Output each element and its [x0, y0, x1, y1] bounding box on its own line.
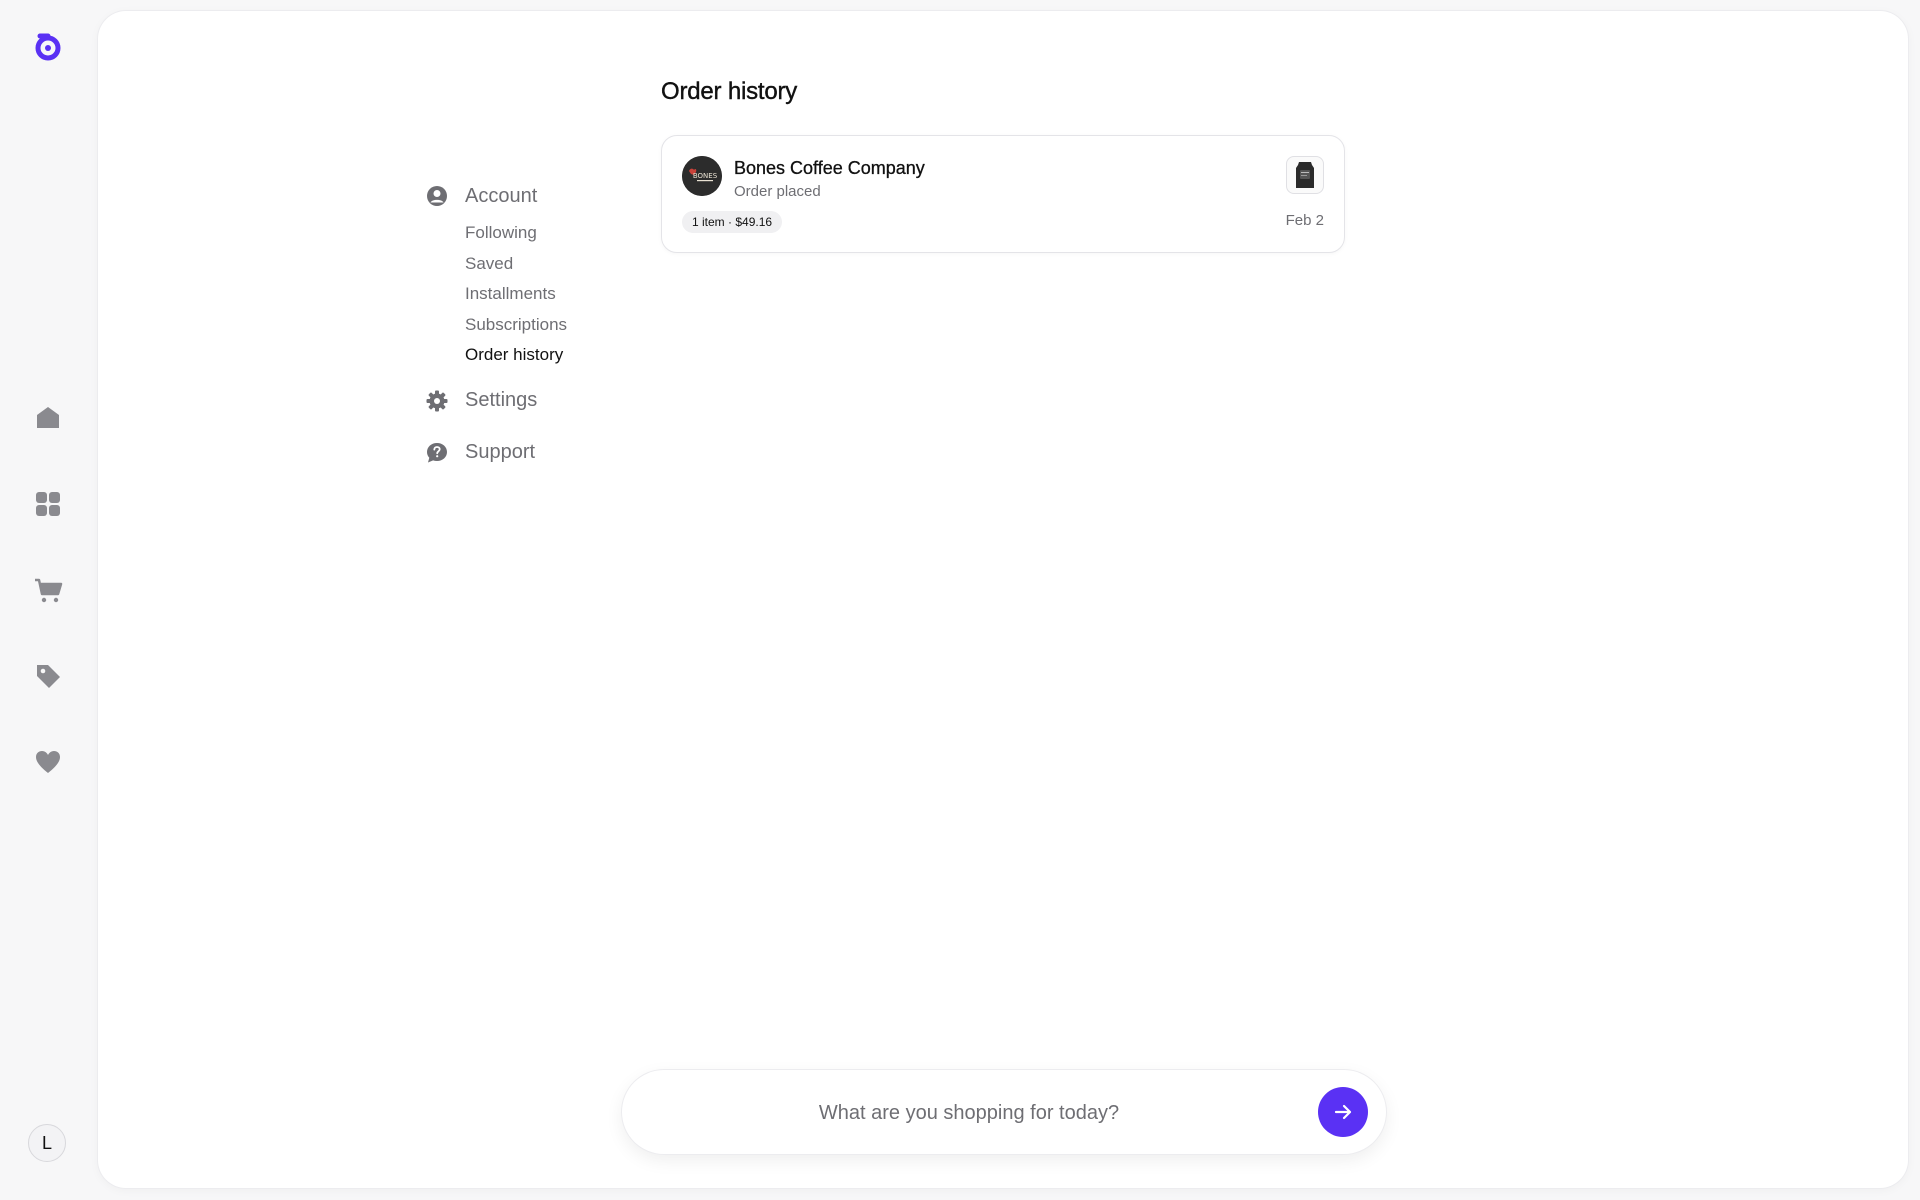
gear-icon — [425, 389, 449, 413]
home-icon[interactable] — [32, 401, 64, 433]
search-bar — [622, 1070, 1386, 1154]
nav-item-installments[interactable]: Installments — [465, 279, 645, 310]
left-rail: L — [0, 0, 96, 1200]
merchant-logo: BONES — [682, 156, 722, 196]
question-bubble-icon — [425, 441, 449, 465]
nav-item-subscriptions[interactable]: Subscriptions — [465, 310, 645, 341]
order-date: Feb 2 — [1285, 212, 1324, 229]
user-circle-icon — [425, 184, 449, 208]
user-avatar[interactable]: L — [28, 1124, 66, 1162]
svg-text:BONES: BONES — [693, 172, 718, 180]
nav-item-following[interactable]: Following — [465, 218, 645, 249]
product-thumbnail — [1286, 156, 1324, 194]
heart-icon[interactable] — [32, 746, 64, 778]
search-input[interactable] — [662, 1090, 1276, 1136]
submit-search-button[interactable] — [1318, 1087, 1368, 1137]
order-summary-badge: 1 item · $49.16 — [682, 211, 783, 233]
nav-settings-label: Settings — [465, 389, 538, 411]
tag-icon[interactable] — [32, 660, 64, 692]
nav-account-label: Account — [465, 184, 538, 207]
arrow-right-icon — [1334, 1104, 1352, 1120]
account-subitems: Following Saved Installments Subscriptio… — [465, 218, 645, 371]
account-subnav: Account Following Saved Installments Sub… — [425, 180, 645, 469]
cart-icon[interactable] — [32, 575, 64, 607]
page-title: Order history — [661, 78, 798, 105]
shop-logo-icon[interactable] — [32, 30, 64, 62]
merchant-name: Bones Coffee Company — [734, 158, 925, 178]
nav-item-saved[interactable]: Saved — [465, 249, 645, 280]
nav-support[interactable]: Support — [425, 437, 645, 469]
nav-account[interactable]: Account — [425, 180, 645, 212]
grid-icon[interactable] — [32, 488, 64, 520]
order-status: Order placed — [734, 183, 821, 200]
nav-settings[interactable]: Settings — [425, 385, 645, 417]
nav-item-order-history[interactable]: Order history — [465, 340, 645, 371]
order-card[interactable]: BONES Bones Coffee Company Order placed … — [661, 135, 1345, 253]
nav-support-label: Support — [465, 441, 536, 463]
